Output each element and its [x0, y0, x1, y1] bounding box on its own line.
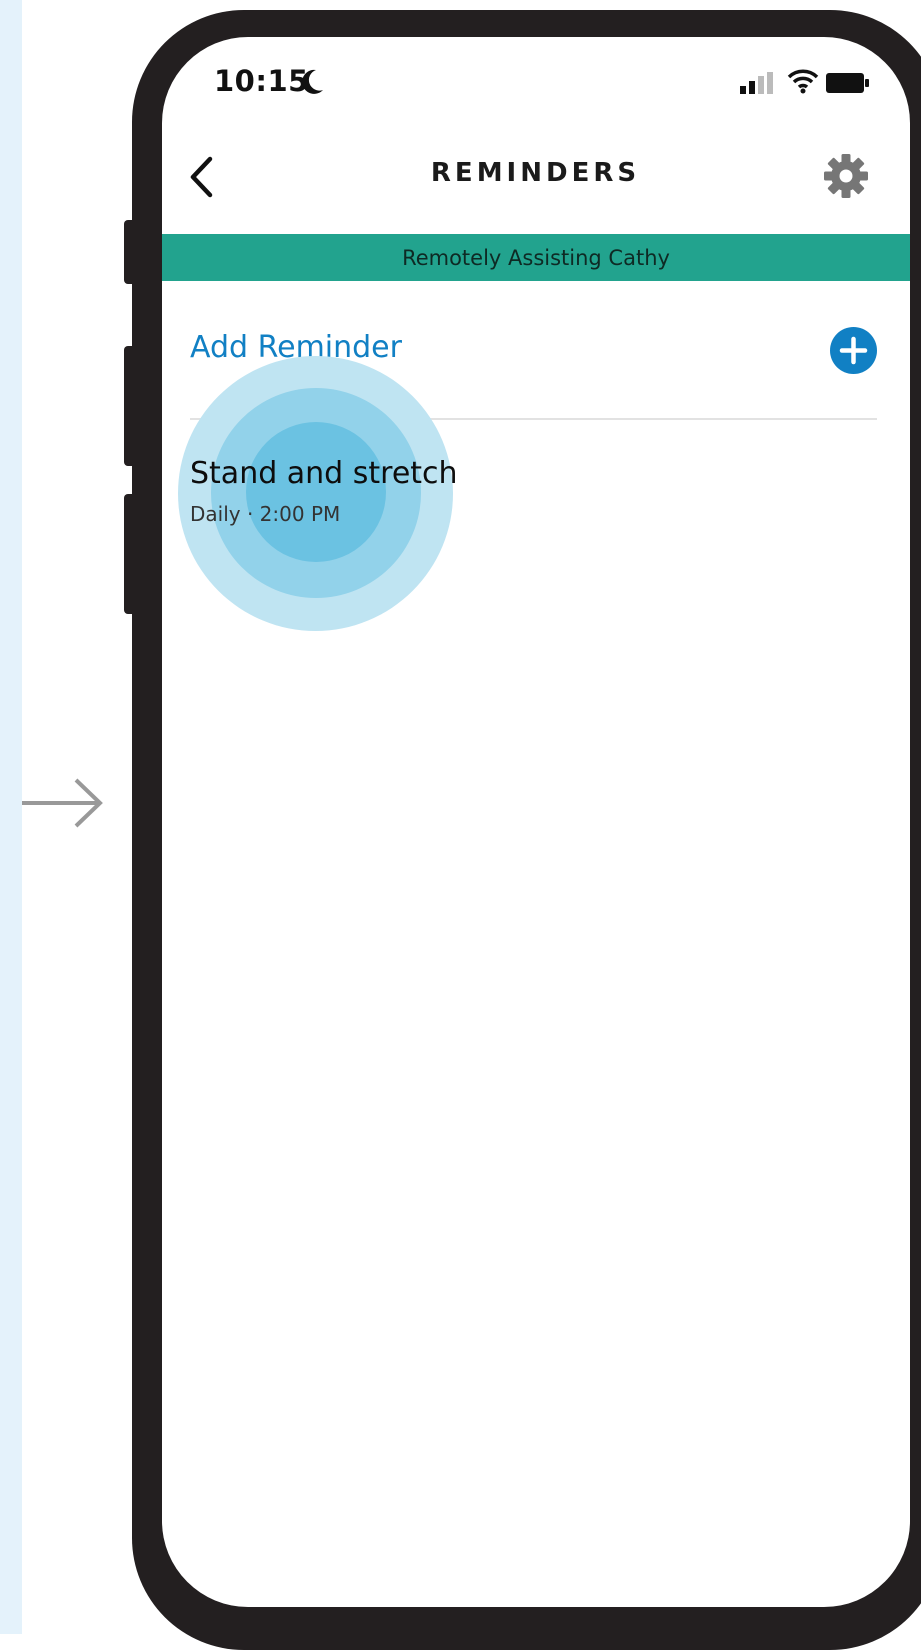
reminder-title: Stand and stretch: [190, 456, 458, 491]
remote-assist-banner: Remotely Assisting Cathy: [162, 234, 910, 281]
arrow-right-icon: [22, 778, 103, 828]
wifi-icon: [787, 69, 819, 94]
status-time: 10:15: [214, 64, 309, 98]
add-reminder-button[interactable]: [830, 327, 877, 374]
battery-icon: [826, 73, 869, 93]
reminder-list-item[interactable]: Stand and stretch Daily · 2:00 PM: [186, 450, 876, 540]
remote-assist-banner-text: Remotely Assisting Cathy: [402, 245, 670, 270]
reminder-schedule: Daily · 2:00 PM: [190, 502, 341, 526]
page-title: REMINDERS: [0, 158, 921, 188]
moon-icon: [302, 69, 323, 94]
side-panel-strip: [0, 0, 22, 1634]
gear-icon[interactable]: [822, 152, 870, 200]
page-title-text: REMINDERS: [430, 158, 641, 188]
signal-icon: [740, 72, 773, 94]
plus-icon: [839, 336, 868, 365]
